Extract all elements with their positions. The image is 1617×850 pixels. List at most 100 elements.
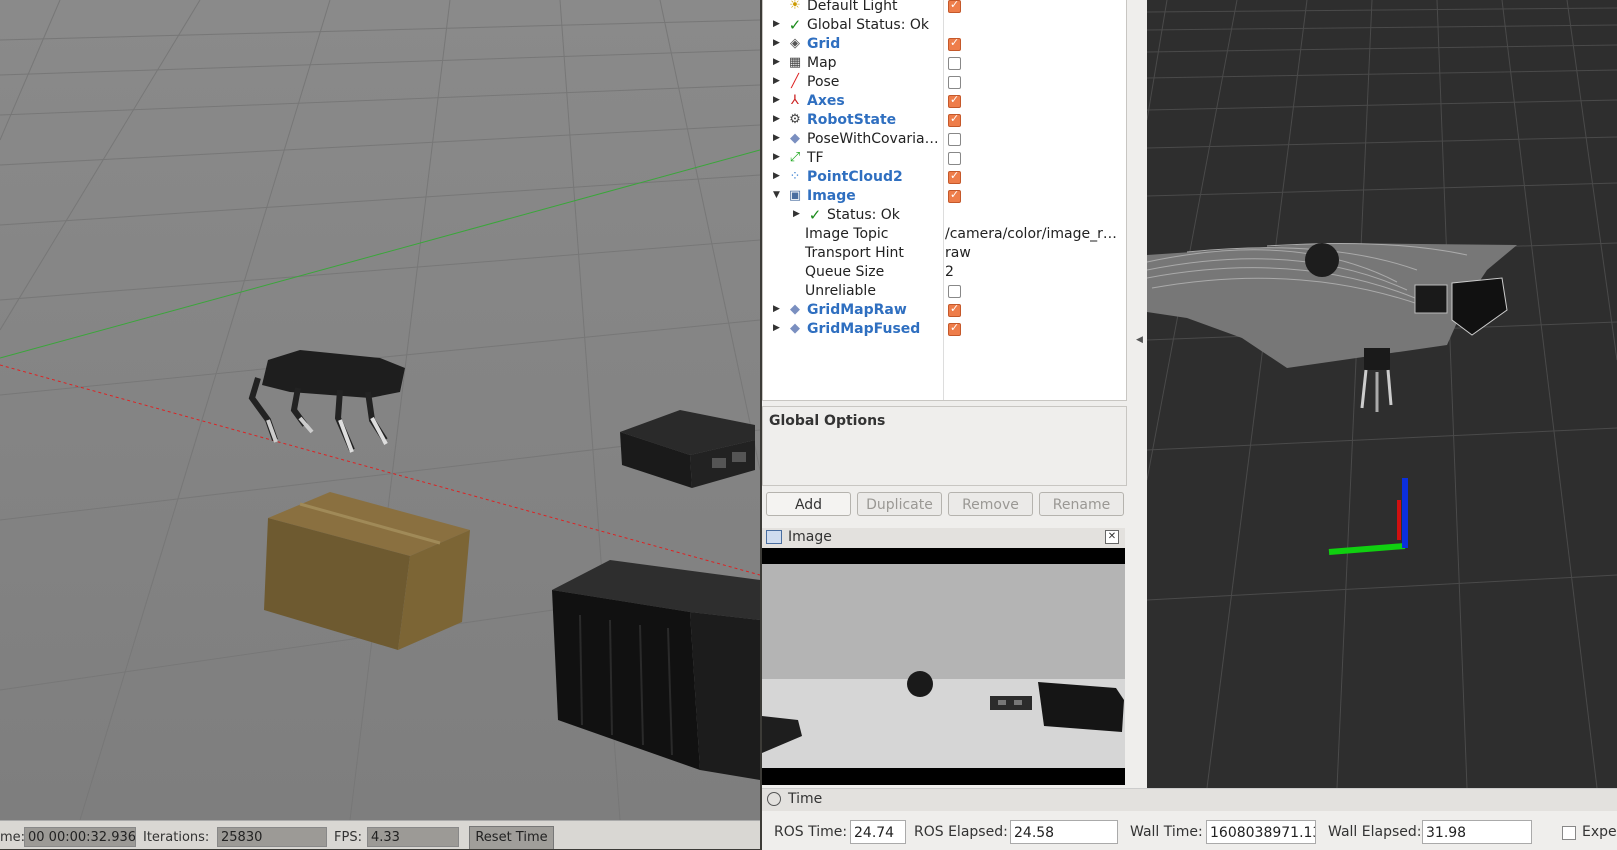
- reset-time-button[interactable]: Reset Time: [469, 826, 554, 849]
- robot-icon: ⚙: [789, 112, 801, 127]
- display-name: PointCloud2: [807, 169, 903, 185]
- duplicate-button[interactable]: Duplicate: [857, 492, 942, 516]
- enable-checkbox[interactable]: [948, 188, 961, 203]
- ros-elapsed-label: ROS Elapsed:: [914, 824, 1008, 840]
- display-row[interactable]: ▶ ✓ Global Status: Ok: [763, 16, 1126, 35]
- property-value[interactable]: 2: [945, 263, 1125, 282]
- display-name: Transport Hint: [805, 245, 904, 261]
- axes-icon: ⅄: [791, 93, 799, 108]
- gazebo-viewport[interactable]: me: 00 00:00:32.936 Iterations: 25830 FP…: [0, 0, 760, 849]
- enable-checkbox[interactable]: [948, 302, 961, 317]
- enable-checkbox[interactable]: [948, 93, 961, 108]
- camera-image-view: [762, 548, 1125, 785]
- display-name: Unreliable: [805, 283, 876, 299]
- sim-time-field: 00 00:00:32.936: [24, 827, 136, 847]
- expand-arrow-icon[interactable]: ▶: [773, 133, 780, 143]
- experimental-label: Expe: [1582, 824, 1617, 840]
- display-name: Queue Size: [805, 264, 885, 280]
- display-row[interactable]: ▶ ▦ Map: [763, 54, 1126, 73]
- enable-checkbox[interactable]: [948, 169, 961, 184]
- expand-arrow-icon[interactable]: ▶: [773, 57, 780, 67]
- remove-button[interactable]: Remove: [948, 492, 1033, 516]
- display-name: GridMapFused: [807, 321, 921, 337]
- rviz-displays-panel: ☀Default Light▶✓Global Status: Ok▶◈Grid▶…: [762, 0, 1147, 849]
- diamond-icon: ◆: [790, 302, 800, 317]
- display-row[interactable]: Image Topic/camera/color/image_r…: [763, 225, 1126, 244]
- global-options-label: Global Options: [769, 413, 886, 429]
- global-options-panel[interactable]: Global Options: [762, 406, 1127, 486]
- enable-checkbox[interactable]: [948, 321, 961, 336]
- display-name: Map: [807, 55, 837, 71]
- fps-field: 4.33: [367, 827, 459, 847]
- enable-checkbox[interactable]: [948, 133, 961, 146]
- display-row[interactable]: Queue Size 2: [763, 263, 1126, 282]
- expand-arrow-icon[interactable]: ▶: [773, 38, 780, 48]
- display-name: PoseWithCovaria…: [807, 131, 939, 147]
- display-name: RobotState: [807, 112, 897, 128]
- enable-checkbox[interactable]: [948, 285, 961, 298]
- display-row[interactable]: ▼ ▣ Image: [763, 187, 1126, 206]
- expand-arrow-icon[interactable]: ▶: [773, 152, 780, 162]
- enable-checkbox[interactable]: [948, 112, 961, 127]
- property-value[interactable]: /camera/color/image_r…: [945, 225, 1125, 244]
- display-row[interactable]: Unreliable: [763, 282, 1126, 301]
- wall-elapsed-field: 31.98: [1422, 820, 1532, 844]
- expand-arrow-icon[interactable]: ▶: [773, 323, 780, 333]
- display-row[interactable]: ▶ ◈ Grid: [763, 35, 1126, 54]
- display-row[interactable]: ▶ ⅄ Axes: [763, 92, 1126, 111]
- gazebo-scene: [0, 0, 760, 820]
- collapse-arrow-icon[interactable]: ▼: [773, 190, 780, 200]
- tf-icon: ⤢: [789, 150, 801, 165]
- expand-arrow-icon[interactable]: ▶: [773, 304, 780, 314]
- enable-checkbox[interactable]: [948, 152, 961, 165]
- display-name: GridMapRaw: [807, 302, 907, 318]
- property-value[interactable]: raw: [945, 244, 1125, 263]
- display-row[interactable]: ▶ ⚙ RobotState: [763, 111, 1126, 130]
- enable-checkbox[interactable]: [948, 57, 961, 70]
- display-name: Image Topic: [805, 226, 889, 242]
- expand-arrow-icon[interactable]: ▶: [793, 209, 800, 219]
- display-row[interactable]: Transport Hint raw: [763, 244, 1126, 263]
- check-icon: ✓: [788, 16, 802, 34]
- display-row[interactable]: ☀ Default Light: [763, 0, 1126, 16]
- display-name: Image: [807, 188, 856, 204]
- splitter-grip-icon[interactable]: ◀: [1136, 335, 1143, 345]
- expand-arrow-icon[interactable]: ▶: [773, 19, 780, 29]
- close-icon[interactable]: ✕: [1105, 530, 1119, 544]
- time-panel: Time ROS Time: 24.74 ROS Elapsed: 24.58 …: [762, 788, 1617, 850]
- rename-button[interactable]: Rename: [1039, 492, 1124, 516]
- time-panel-titlebar: Time: [762, 789, 1617, 811]
- display-name: Default Light: [807, 0, 898, 14]
- enable-checkbox[interactable]: [948, 0, 961, 13]
- diamond-icon: ◆: [790, 321, 800, 336]
- iterations-field: 25830: [217, 827, 327, 847]
- rviz-3d-view[interactable]: [1147, 0, 1617, 788]
- display-name: Pose: [807, 74, 840, 90]
- check-icon: ✓: [808, 206, 822, 224]
- expand-arrow-icon[interactable]: ▶: [773, 171, 780, 181]
- iterations-label: Iterations:: [143, 830, 210, 845]
- display-row[interactable]: ▶ ✓ Status: Ok: [763, 206, 1126, 225]
- pose-icon: ╱: [791, 74, 799, 89]
- display-row[interactable]: ▶ ⤢ TF: [763, 149, 1126, 168]
- display-row[interactable]: ▶ ◆ GridMapRaw: [763, 301, 1126, 320]
- expand-arrow-icon[interactable]: ▶: [773, 114, 780, 124]
- rviz-scene: [1147, 0, 1617, 788]
- enable-checkbox[interactable]: [948, 36, 961, 51]
- ros-time-field: 24.74: [850, 820, 906, 844]
- add-button[interactable]: Add: [766, 492, 851, 516]
- display-row[interactable]: ▶ ╱ Pose: [763, 73, 1126, 92]
- wall-elapsed-label: Wall Elapsed:: [1328, 824, 1422, 840]
- expand-arrow-icon[interactable]: ▶: [773, 95, 780, 105]
- experimental-checkbox[interactable]: [1562, 826, 1576, 840]
- display-row[interactable]: ▶ ⁘ PointCloud2: [763, 168, 1126, 187]
- displays-tree[interactable]: ☀Default Light▶✓Global Status: Ok▶◈Grid▶…: [762, 0, 1127, 401]
- display-row[interactable]: ▶ ◆ PoseWithCovaria…: [763, 130, 1126, 149]
- enable-checkbox[interactable]: [948, 76, 961, 89]
- diamond-icon: ◆: [790, 131, 800, 146]
- display-name: Axes: [807, 93, 845, 109]
- pointcloud-icon: ⁘: [789, 169, 801, 184]
- display-row[interactable]: ▶ ◆ GridMapFused: [763, 320, 1126, 339]
- time-panel-title: Time: [788, 791, 823, 807]
- expand-arrow-icon[interactable]: ▶: [773, 76, 780, 86]
